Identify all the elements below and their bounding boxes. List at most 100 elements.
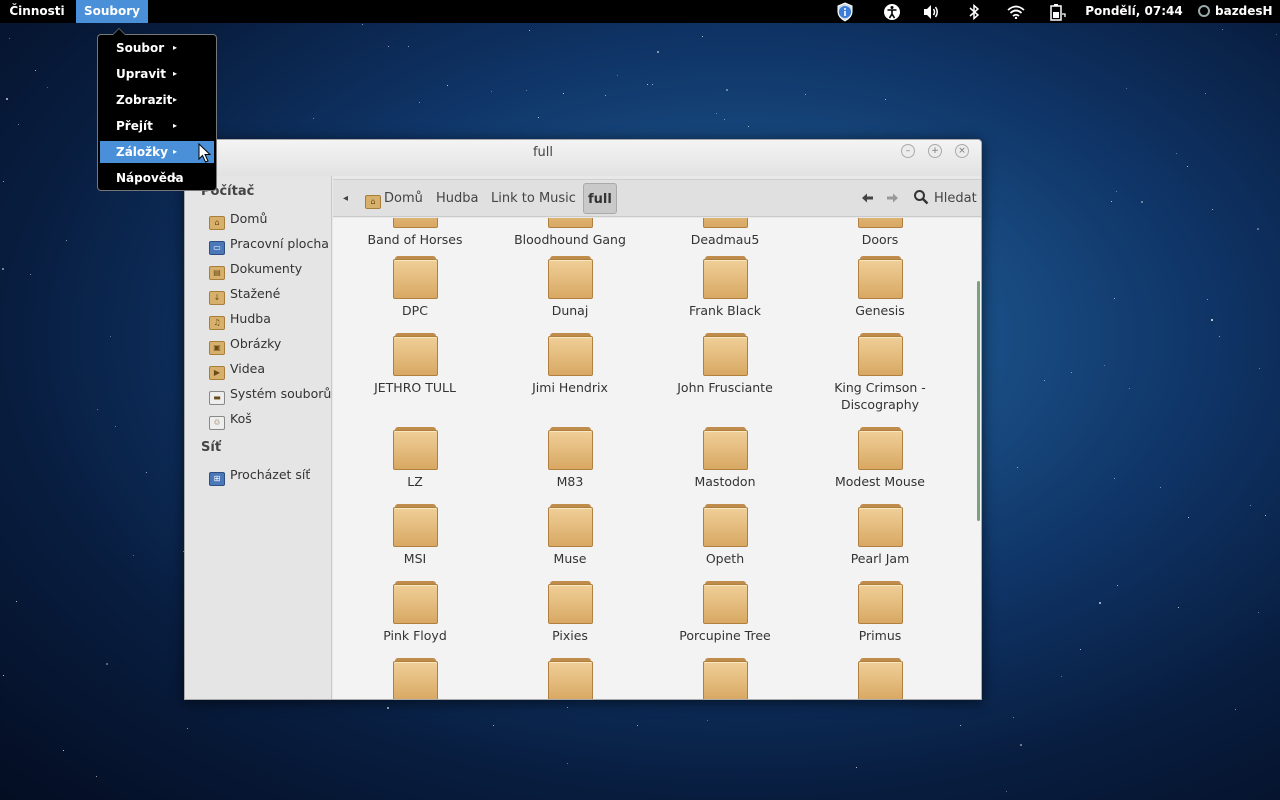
folder-item[interactable]: Modest Mouse	[805, 427, 955, 490]
folder-item[interactable]: M83	[495, 427, 645, 490]
user-name: bazdesH	[1215, 4, 1273, 18]
folder-grid[interactable]: Band of Horses Bloodhound Gang Deadmau5 Doo…	[333, 218, 981, 699]
sidebar-heading-network: Síť	[201, 440, 222, 455]
path-scroll-left-button[interactable]: ◂	[343, 180, 348, 217]
folder-icon	[547, 256, 593, 299]
submenu-arrow-icon: ▸	[173, 147, 178, 156]
folder-name: Opeth	[705, 551, 745, 566]
submenu-arrow-icon: ▸	[173, 173, 178, 182]
star	[387, 707, 389, 709]
sidebar-item[interactable]: ⊞ Procházet síť	[209, 464, 329, 486]
battery-icon[interactable]	[1047, 2, 1067, 21]
folder-item[interactable]: Muse	[495, 504, 645, 567]
shield-icon[interactable]	[835, 1, 855, 22]
star	[1188, 517, 1189, 518]
star	[1257, 228, 1259, 230]
user-menu[interactable]: bazdesH	[1198, 0, 1273, 23]
star	[856, 767, 857, 768]
folder-item[interactable]: Pink Floyd	[340, 581, 490, 644]
pictures-folder-icon: ▣	[209, 341, 225, 355]
sidebar-item[interactable]: ▭ Pracovní plocha	[209, 233, 329, 255]
search-button[interactable]: Hledat	[913, 180, 977, 217]
close-button[interactable]: ×	[955, 144, 969, 158]
folder-icon	[702, 218, 748, 228]
star	[1013, 717, 1014, 718]
crumb-music[interactable]: Hudba	[436, 180, 479, 217]
menu-item[interactable]: Soubor ▸	[100, 37, 214, 59]
star	[1250, 505, 1251, 506]
folder-item[interactable]: Jimi Hendrix	[495, 333, 645, 396]
sidebar-item[interactable]: ▤ Dokumenty	[209, 258, 329, 280]
forward-arrow-icon[interactable]	[886, 180, 899, 217]
folder-item[interactable]: Bloodhound Gang	[495, 218, 645, 248]
star	[1276, 34, 1277, 35]
folder-item[interactable]: JETHRO TULL	[340, 333, 490, 396]
folder-name: Modest Mouse	[834, 474, 925, 489]
title-bar[interactable]: full – + ×	[185, 140, 981, 176]
clock[interactable]: Pondělí, 07:44	[1079, 0, 1189, 23]
folder-icon	[702, 256, 748, 299]
star	[538, 117, 539, 118]
star	[1061, 676, 1062, 677]
crumb-current[interactable]: full	[583, 183, 617, 214]
wifi-icon[interactable]	[1006, 2, 1026, 21]
sidebar-item[interactable]: ↓ Stažené	[209, 283, 329, 305]
folder-item[interactable]	[650, 658, 800, 699]
menu-item[interactable]: Upravit ▸	[100, 63, 214, 85]
volume-icon[interactable]	[922, 2, 942, 21]
sidebar-item[interactable]: ⌂ Domů	[209, 208, 329, 230]
star	[6, 98, 8, 100]
scrollbar[interactable]	[977, 281, 980, 521]
user-status-icon	[1198, 4, 1210, 17]
star	[30, 274, 31, 275]
folder-item[interactable]: LZ	[340, 427, 490, 490]
back-arrow-icon[interactable]	[861, 180, 874, 217]
menu-item[interactable]: Přejít ▸	[100, 115, 214, 137]
folder-item[interactable]: King Crimson - Discography	[805, 333, 955, 413]
activities-button[interactable]: Činnosti	[0, 0, 74, 23]
crumb-home[interactable]: ⌂ Domů	[365, 180, 423, 217]
accessibility-icon[interactable]	[882, 2, 902, 21]
app-menu-button[interactable]: Soubory	[76, 0, 148, 23]
folder-item[interactable]: DPC	[340, 256, 490, 319]
folder-name: MSI	[403, 551, 427, 566]
bluetooth-icon[interactable]	[964, 2, 984, 21]
folder-item[interactable]	[805, 658, 955, 699]
folder-item[interactable]: Dunaj	[495, 256, 645, 319]
folder-item[interactable]: Doors	[805, 218, 955, 248]
folder-item[interactable]: John Frusciante	[650, 333, 800, 396]
maximize-button[interactable]: +	[928, 144, 942, 158]
sidebar-item[interactable]: ▬ Systém souborů	[209, 383, 331, 405]
folder-item[interactable]: Opeth	[650, 504, 800, 567]
menu-item[interactable]: Záložky ▸	[100, 141, 214, 163]
menu-item[interactable]: Nápověda ▸	[100, 167, 214, 189]
sidebar-item-label: Videa	[230, 361, 266, 376]
sidebar-item[interactable]: ♲ Koš	[209, 408, 329, 430]
sidebar-item[interactable]: ▶ Videa	[209, 358, 329, 380]
star	[133, 555, 134, 556]
star	[66, 240, 67, 241]
folder-item[interactable]: Band of Horses	[340, 218, 490, 248]
menu-item-label: Soubor	[116, 41, 165, 55]
folder-item[interactable]: Pixies	[495, 581, 645, 644]
folder-item[interactable]: Primus	[805, 581, 955, 644]
folder-item[interactable]	[340, 658, 490, 699]
folder-item[interactable]: MSI	[340, 504, 490, 567]
menu-item[interactable]: Zobrazit ▸	[100, 89, 214, 111]
folder-item[interactable]: Genesis	[805, 256, 955, 319]
star	[35, 70, 36, 71]
sidebar-item[interactable]: ♫ Hudba	[209, 308, 329, 330]
sidebar-item[interactable]: ▣ Obrázky	[209, 333, 329, 355]
crumb-link-to-music[interactable]: Link to Music	[491, 180, 576, 217]
folder-item[interactable]: Frank Black	[650, 256, 800, 319]
folder-item[interactable]: Pearl Jam	[805, 504, 955, 567]
folder-item[interactable]	[495, 658, 645, 699]
folder-item[interactable]: Deadmau5	[650, 218, 800, 248]
star	[1111, 201, 1112, 202]
search-label: Hledat	[934, 191, 977, 206]
folder-item[interactable]: Porcupine Tree	[650, 581, 800, 644]
minimize-button[interactable]: –	[901, 144, 915, 158]
folder-icon	[392, 504, 438, 547]
star	[1020, 744, 1022, 746]
folder-item[interactable]: Mastodon	[650, 427, 800, 490]
